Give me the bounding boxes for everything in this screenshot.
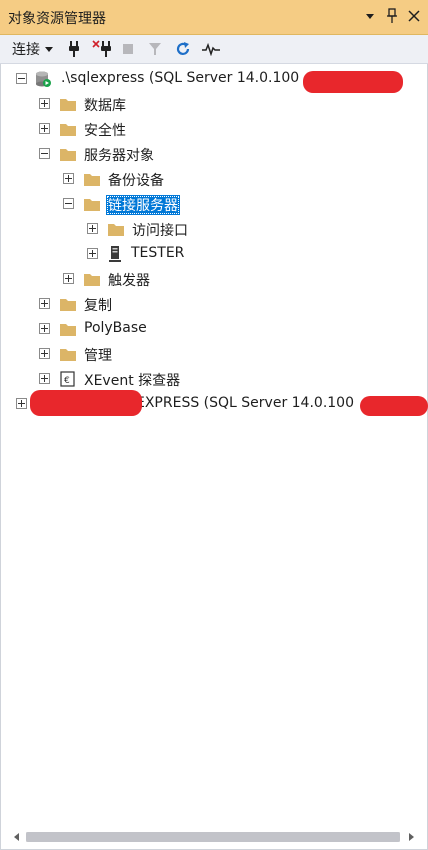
expand-toggle[interactable] xyxy=(39,98,50,109)
tree-node-label: 备份设备 xyxy=(108,173,164,189)
expand-toggle[interactable] xyxy=(63,273,74,284)
tree-node-backup-devices[interactable]: 备份设备 xyxy=(0,167,428,192)
tree-node-server-objects[interactable]: 服务器对象 xyxy=(0,142,428,167)
tree-node-label: EXPRESS (SQL Server 14.0.100 xyxy=(136,395,354,411)
collapse-toggle[interactable] xyxy=(16,73,27,84)
expand-toggle[interactable] xyxy=(39,348,50,359)
expand-toggle[interactable] xyxy=(87,248,98,259)
folder-icon xyxy=(84,274,100,286)
tree-node-label: 访问接口 xyxy=(132,223,188,239)
connect-plug-icon[interactable] xyxy=(68,39,80,59)
object-explorer-tree: .\sqlexpress (SQL Server 14.0.100 数据库 安全… xyxy=(0,66,428,816)
tree-node-management[interactable]: 管理 xyxy=(0,342,428,367)
tree-node-label-selected: 链接服务器 xyxy=(106,195,180,215)
redaction-mark xyxy=(360,396,428,416)
tree-node-label: 安全性 xyxy=(84,123,126,139)
chevron-down-icon[interactable] xyxy=(362,6,378,26)
tree-node-label: 数据库 xyxy=(84,98,126,114)
linked-server-icon xyxy=(109,246,121,262)
connect-label: 连接 xyxy=(12,42,40,58)
filter-icon[interactable] xyxy=(148,39,162,59)
disconnect-plug-icon[interactable] xyxy=(92,39,112,59)
tree-node-xevent[interactable]: € XEvent 探查器 xyxy=(0,367,428,392)
chevron-down-icon xyxy=(45,47,53,52)
title-bar: 对象资源管理器 xyxy=(0,0,428,35)
redaction-mark xyxy=(303,71,403,93)
tree-node-tester[interactable]: TESTER xyxy=(0,242,428,267)
tree-node-polybase[interactable]: PolyBase xyxy=(0,317,428,342)
folder-icon xyxy=(60,324,76,336)
tree-node-label: 触发器 xyxy=(108,273,150,289)
tree-node-label: PolyBase xyxy=(84,320,147,336)
tree-node-label: 管理 xyxy=(84,348,112,364)
scroll-left-icon[interactable] xyxy=(10,830,24,844)
tree-node-label: TESTER xyxy=(131,245,185,261)
expand-toggle[interactable] xyxy=(39,123,50,134)
tree-node-linked-servers[interactable]: 链接服务器 xyxy=(0,192,428,217)
folder-icon xyxy=(60,99,76,111)
tree-node-triggers[interactable]: 触发器 xyxy=(0,267,428,292)
folder-icon xyxy=(60,299,76,311)
expand-toggle[interactable] xyxy=(39,323,50,334)
expand-toggle[interactable] xyxy=(39,298,50,309)
svg-text:€: € xyxy=(64,376,70,386)
activity-monitor-icon[interactable] xyxy=(201,39,221,59)
tree-node-replication[interactable]: 复制 xyxy=(0,292,428,317)
tree-node-label: 服务器对象 xyxy=(84,148,154,164)
collapse-toggle[interactable] xyxy=(63,198,74,209)
folder-icon xyxy=(84,174,100,186)
tree-node-label: .\sqlexpress (SQL Server 14.0.100 xyxy=(61,70,300,86)
scrollbar-thumb[interactable] xyxy=(26,832,400,842)
pin-icon[interactable] xyxy=(384,6,400,26)
xevent-profiler-icon: € xyxy=(60,371,75,387)
horizontal-scrollbar[interactable] xyxy=(10,830,418,844)
collapse-toggle[interactable] xyxy=(39,148,50,159)
server-connected-icon xyxy=(36,71,51,87)
tree-node-security[interactable]: 安全性 xyxy=(0,117,428,142)
expand-toggle[interactable] xyxy=(87,223,98,234)
folder-icon xyxy=(84,199,100,211)
stop-icon[interactable] xyxy=(122,39,134,59)
expand-toggle[interactable] xyxy=(39,373,50,384)
toolbar: 连接 xyxy=(0,35,428,64)
folder-icon xyxy=(108,224,124,236)
tree-node-providers[interactable]: 访问接口 xyxy=(0,217,428,242)
folder-icon xyxy=(60,149,76,161)
scroll-right-icon[interactable] xyxy=(404,830,418,844)
tree-node-label: 复制 xyxy=(84,298,112,314)
connect-button[interactable]: 连接 xyxy=(12,39,54,59)
tree-node-databases[interactable]: 数据库 xyxy=(0,92,428,117)
redaction-mark xyxy=(30,390,142,416)
folder-icon xyxy=(60,124,76,136)
close-icon[interactable] xyxy=(406,6,422,26)
refresh-icon[interactable] xyxy=(175,39,191,59)
tree-node-label: XEvent 探查器 xyxy=(84,373,181,389)
panel-title: 对象资源管理器 xyxy=(8,11,106,27)
folder-icon xyxy=(60,349,76,361)
expand-toggle[interactable] xyxy=(63,173,74,184)
expand-toggle[interactable] xyxy=(16,398,27,409)
